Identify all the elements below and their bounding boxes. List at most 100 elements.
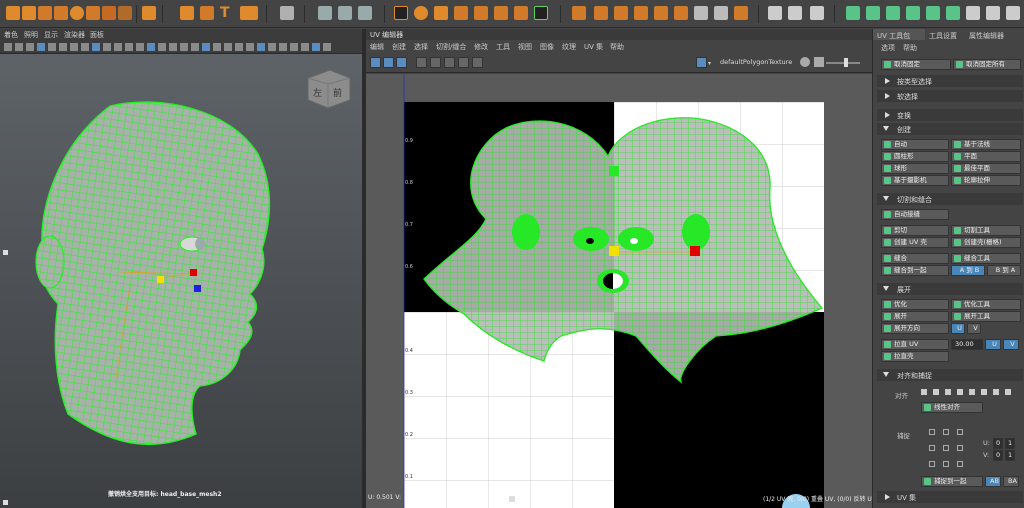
shelf-uv-cut-icon[interactable]: [926, 6, 940, 20]
b-to-a-button[interactable]: B 到 A: [987, 265, 1021, 276]
section-cut-sew[interactable]: 切割和缝合: [877, 193, 1023, 205]
create-uv-shell-button[interactable]: 创建 UV 壳: [881, 237, 949, 248]
viewport-tool-icons[interactable]: [0, 40, 362, 54]
uv-menu-tools[interactable]: 工具: [496, 42, 510, 52]
uv-texture-name[interactable]: defaultPolygonTexture: [720, 58, 798, 66]
shelf-torus-icon[interactable]: [70, 6, 84, 20]
shelf-cube-icon[interactable]: [6, 6, 20, 20]
snap-u1-input[interactable]: 1: [1005, 438, 1015, 449]
uv-viewport[interactable]: 0.9 0.8 0.7 0.6 0.4 0.3 0.2 0.1: [366, 74, 872, 508]
shelf-star-icon[interactable]: [180, 6, 194, 20]
uv-menu-view[interactable]: 视图: [518, 42, 532, 52]
create-auto-button[interactable]: 自动: [881, 139, 949, 150]
shelf-bridge-icon[interactable]: [474, 6, 488, 20]
shelf-collapse-icon[interactable]: [694, 6, 708, 20]
menu-shading[interactable]: 着色: [4, 30, 18, 40]
section-transform[interactable]: 变换: [877, 109, 1023, 121]
menu-help[interactable]: 帮助: [903, 43, 917, 53]
shelf-extrude-icon[interactable]: [434, 6, 448, 20]
shelf-uv-select-icon[interactable]: [394, 6, 408, 20]
snap-ba-button[interactable]: BA: [1003, 476, 1019, 487]
create-planar-button[interactable]: 平面: [951, 151, 1021, 162]
shelf-delete-edge-icon[interactable]: [714, 6, 728, 20]
shelf-pipe-icon[interactable]: [118, 6, 132, 20]
uv-manip-center-handle[interactable]: [609, 246, 619, 256]
unfold-button[interactable]: 展开: [881, 311, 949, 322]
uv-menu-edit[interactable]: 编辑: [370, 42, 384, 52]
tab-attribute-editor[interactable]: 属性编辑器: [969, 31, 1004, 41]
shelf-locator-icon[interactable]: [358, 6, 372, 20]
shelf-quad-draw-icon[interactable]: [634, 6, 648, 20]
menu-lighting[interactable]: 照明: [24, 30, 38, 40]
menu-options[interactable]: 选项: [881, 43, 895, 53]
uv-menu-texture[interactable]: 纹理: [562, 42, 576, 52]
shelf-slice-icon[interactable]: [810, 6, 824, 20]
straighten-angle-input[interactable]: 30.00: [951, 339, 983, 350]
uv-menu-select[interactable]: 选择: [414, 42, 428, 52]
unfold-tool-button[interactable]: 展开工具: [951, 311, 1021, 322]
uv-frame-icon[interactable]: [416, 57, 427, 68]
shelf-platonic-icon[interactable]: [142, 6, 156, 20]
cut-tool-button[interactable]: 切割工具: [951, 225, 1021, 236]
uv-shaded-toggle-icon[interactable]: [383, 57, 394, 68]
shelf-target-weld-icon[interactable]: [594, 6, 608, 20]
sew-button[interactable]: 缝合: [881, 253, 949, 264]
shelf-helix-icon[interactable]: [200, 6, 214, 20]
create-shell-grid-button[interactable]: 创建壳(栅格): [951, 237, 1021, 248]
shelf-triangulate-icon[interactable]: [734, 6, 748, 20]
shelf-cone-icon[interactable]: [54, 6, 68, 20]
perspective-viewport[interactable]: 左 前: [0, 54, 362, 508]
section-select-by-type[interactable]: 按类型选择: [877, 75, 1023, 87]
section-unfold[interactable]: 展开: [877, 283, 1023, 295]
shelf-svg-icon[interactable]: [240, 6, 258, 20]
unfold-v-button[interactable]: V: [967, 323, 981, 334]
section-align-snap[interactable]: 对齐和捕捉: [877, 369, 1023, 381]
shelf-mirror-icon[interactable]: [572, 6, 586, 20]
uv-menu-modify[interactable]: 修改: [474, 42, 488, 52]
unfold-direction-button[interactable]: 展开方向: [881, 323, 949, 334]
unfold-u-button[interactable]: U: [951, 323, 965, 334]
uv-menu-help[interactable]: 帮助: [610, 42, 624, 52]
snap-u0-input[interactable]: 0: [993, 438, 1003, 449]
shelf-uv-checker-icon[interactable]: [966, 6, 980, 20]
unpin-all-button[interactable]: 取消固定所有: [953, 59, 1021, 70]
uv-grid2-icon[interactable]: [430, 57, 441, 68]
uv-menu-create[interactable]: 创建: [392, 42, 406, 52]
manipulator-blue-handle[interactable]: [194, 285, 201, 292]
shelf-uv-sew-icon[interactable]: [946, 6, 960, 20]
shelf-append-icon[interactable]: [654, 6, 668, 20]
snap-v0-input[interactable]: 0: [993, 450, 1003, 461]
shelf-fill-hole-icon[interactable]: [674, 6, 688, 20]
manipulator-red-handle[interactable]: [190, 269, 197, 276]
shelf-sphere-icon[interactable]: [22, 6, 36, 20]
snap-cell-bl[interactable]: [929, 461, 935, 467]
manipulator-yellow-handle[interactable]: [157, 276, 164, 283]
shelf-multicut-icon[interactable]: [614, 6, 628, 20]
uv-manip-u-handle[interactable]: [690, 246, 700, 256]
uv-exposure-slider[interactable]: [826, 62, 860, 64]
uv-image-toggle-icon[interactable]: [396, 57, 407, 68]
shelf-disc-icon[interactable]: [102, 6, 116, 20]
section-uv-sets[interactable]: UV 集: [877, 491, 1023, 503]
create-cylindrical-button[interactable]: 圆柱形: [881, 151, 949, 162]
shelf-measure-icon[interactable]: [318, 6, 332, 20]
uv-exposure-slider-thumb[interactable]: [844, 58, 848, 67]
auto-seams-button[interactable]: 自动接缝: [881, 209, 949, 220]
uv-menu-image[interactable]: 图像: [540, 42, 554, 52]
create-normal-based-button[interactable]: 基于法线: [951, 139, 1021, 150]
menu-show[interactable]: 显示: [44, 30, 58, 40]
create-best-plane-button[interactable]: 最佳平面: [951, 163, 1021, 174]
straighten-u-button[interactable]: U: [985, 339, 1001, 350]
uv-texture-toggle-icon[interactable]: [696, 57, 707, 68]
snap-cell-mr[interactable]: [957, 445, 963, 451]
shelf-uv-unfold-icon[interactable]: [886, 6, 900, 20]
sew-together-button[interactable]: 缝合到一起: [881, 265, 949, 276]
shelf-cut-line-icon[interactable]: [788, 6, 802, 20]
shelf-uv-planar-icon[interactable]: [846, 6, 860, 20]
uv-menu-cut-sew[interactable]: 切割/缝合: [436, 42, 466, 52]
snap-cell-bm[interactable]: [943, 461, 949, 467]
snap-cell-br[interactable]: [957, 461, 963, 467]
shelf-uv-shell-icon[interactable]: [986, 6, 1000, 20]
uv-color-icon[interactable]: [800, 57, 810, 67]
optimize-tool-button[interactable]: 优化工具: [951, 299, 1021, 310]
